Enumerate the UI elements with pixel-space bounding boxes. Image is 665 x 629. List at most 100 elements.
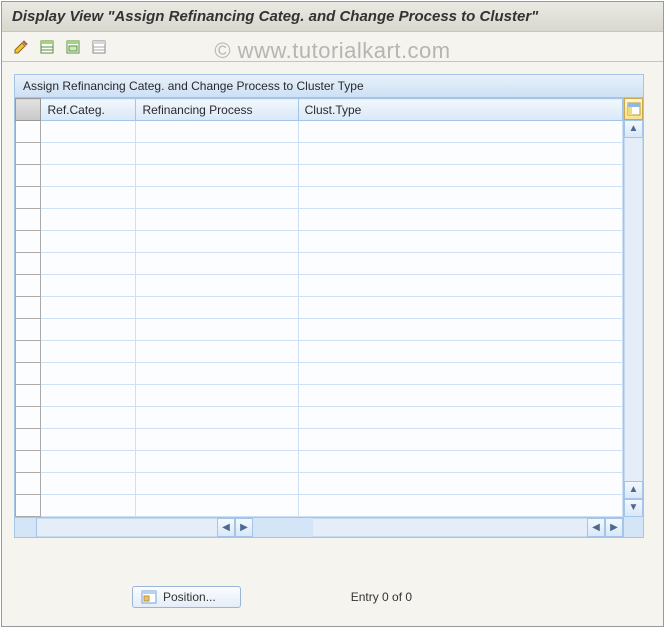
cell-clust-type[interactable] bbox=[298, 429, 622, 451]
column-header-clust-type[interactable]: Clust.Type bbox=[298, 99, 622, 121]
row-selector[interactable] bbox=[16, 341, 41, 363]
row-selector[interactable] bbox=[16, 319, 41, 341]
app-window: Display View "Assign Refinancing Categ. … bbox=[1, 1, 664, 627]
cell-ref-categ[interactable] bbox=[41, 165, 136, 187]
row-selector[interactable] bbox=[16, 253, 41, 275]
cell-refinancing-process[interactable] bbox=[136, 363, 298, 385]
row-selector[interactable] bbox=[16, 451, 41, 473]
column-header-refinancing-process[interactable]: Refinancing Process bbox=[136, 99, 298, 121]
vscroll-up-button[interactable]: ▲ bbox=[624, 120, 643, 138]
hscroll-gap bbox=[253, 518, 313, 537]
triangle-left-icon: ◀ bbox=[592, 523, 600, 533]
row-selector[interactable] bbox=[16, 187, 41, 209]
row-selector[interactable] bbox=[16, 143, 41, 165]
cell-clust-type[interactable] bbox=[298, 385, 622, 407]
hscroll-right-button-2[interactable]: ▶ bbox=[605, 518, 623, 537]
cell-refinancing-process[interactable] bbox=[136, 429, 298, 451]
cell-clust-type[interactable] bbox=[298, 121, 622, 143]
toolbar bbox=[2, 32, 663, 62]
cell-ref-categ[interactable] bbox=[41, 495, 136, 517]
triangle-left-icon: ◀ bbox=[222, 523, 230, 533]
cell-refinancing-process[interactable] bbox=[136, 341, 298, 363]
cell-clust-type[interactable] bbox=[298, 253, 622, 275]
cell-ref-categ[interactable] bbox=[41, 187, 136, 209]
position-button[interactable]: Position... bbox=[132, 586, 241, 608]
row-selector[interactable] bbox=[16, 385, 41, 407]
cell-ref-categ[interactable] bbox=[41, 407, 136, 429]
cell-ref-categ[interactable] bbox=[41, 231, 136, 253]
cell-refinancing-process[interactable] bbox=[136, 451, 298, 473]
pencil-icon bbox=[13, 39, 29, 55]
cell-ref-categ[interactable] bbox=[41, 319, 136, 341]
hscroll-track-left[interactable] bbox=[37, 518, 217, 537]
row-selector[interactable] bbox=[16, 275, 41, 297]
row-selector[interactable] bbox=[16, 231, 41, 253]
cell-refinancing-process[interactable] bbox=[136, 407, 298, 429]
cell-ref-categ[interactable] bbox=[41, 363, 136, 385]
hscroll-right-button[interactable]: ▶ bbox=[235, 518, 253, 537]
cell-ref-categ[interactable] bbox=[41, 275, 136, 297]
grid-wrap: Ref.Categ. Refinancing Process Clust.Typ… bbox=[15, 98, 643, 537]
cell-ref-categ[interactable] bbox=[41, 253, 136, 275]
table-settings-button[interactable] bbox=[624, 98, 643, 120]
cell-clust-type[interactable] bbox=[298, 341, 622, 363]
cell-clust-type[interactable] bbox=[298, 209, 622, 231]
cell-refinancing-process[interactable] bbox=[136, 209, 298, 231]
cell-refinancing-process[interactable] bbox=[136, 143, 298, 165]
cell-refinancing-process[interactable] bbox=[136, 297, 298, 319]
select-block-button[interactable] bbox=[62, 37, 84, 57]
row-selector[interactable] bbox=[16, 297, 41, 319]
cell-refinancing-process[interactable] bbox=[136, 121, 298, 143]
cell-ref-categ[interactable] bbox=[41, 209, 136, 231]
vscroll-down-button[interactable]: ▼ bbox=[624, 499, 643, 517]
cell-ref-categ[interactable] bbox=[41, 341, 136, 363]
cell-clust-type[interactable] bbox=[298, 143, 622, 165]
row-selector[interactable] bbox=[16, 209, 41, 231]
cell-clust-type[interactable] bbox=[298, 187, 622, 209]
cell-ref-categ[interactable] bbox=[41, 121, 136, 143]
cell-clust-type[interactable] bbox=[298, 473, 622, 495]
cell-ref-categ[interactable] bbox=[41, 429, 136, 451]
row-selector[interactable] bbox=[16, 121, 41, 143]
cell-refinancing-process[interactable] bbox=[136, 187, 298, 209]
row-selector[interactable] bbox=[16, 363, 41, 385]
row-selector-header[interactable] bbox=[16, 99, 41, 121]
cell-ref-categ[interactable] bbox=[41, 297, 136, 319]
cell-clust-type[interactable] bbox=[298, 297, 622, 319]
cell-refinancing-process[interactable] bbox=[136, 385, 298, 407]
cell-clust-type[interactable] bbox=[298, 165, 622, 187]
cell-clust-type[interactable] bbox=[298, 407, 622, 429]
row-selector[interactable] bbox=[16, 495, 41, 517]
row-selector[interactable] bbox=[16, 473, 41, 495]
cell-refinancing-process[interactable] bbox=[136, 253, 298, 275]
cell-ref-categ[interactable] bbox=[41, 451, 136, 473]
select-all-button[interactable] bbox=[36, 37, 58, 57]
cell-clust-type[interactable] bbox=[298, 319, 622, 341]
row-selector[interactable] bbox=[16, 407, 41, 429]
cell-clust-type[interactable] bbox=[298, 451, 622, 473]
cell-clust-type[interactable] bbox=[298, 495, 622, 517]
column-header-ref-categ[interactable]: Ref.Categ. bbox=[41, 99, 136, 121]
cell-clust-type[interactable] bbox=[298, 231, 622, 253]
cell-ref-categ[interactable] bbox=[41, 473, 136, 495]
cell-clust-type[interactable] bbox=[298, 275, 622, 297]
cell-refinancing-process[interactable] bbox=[136, 319, 298, 341]
deselect-all-button[interactable] bbox=[88, 37, 110, 57]
cell-refinancing-process[interactable] bbox=[136, 231, 298, 253]
data-table: Ref.Categ. Refinancing Process Clust.Typ… bbox=[15, 98, 623, 517]
cell-refinancing-process[interactable] bbox=[136, 275, 298, 297]
change-mode-button[interactable] bbox=[10, 37, 32, 57]
cell-refinancing-process[interactable] bbox=[136, 165, 298, 187]
hscroll-left-button-2[interactable]: ◀ bbox=[587, 518, 605, 537]
hscroll-left-button[interactable]: ◀ bbox=[217, 518, 235, 537]
cell-refinancing-process[interactable] bbox=[136, 473, 298, 495]
hscroll-track-right[interactable] bbox=[313, 518, 587, 537]
vscroll-track[interactable] bbox=[624, 138, 643, 481]
row-selector[interactable] bbox=[16, 429, 41, 451]
cell-refinancing-process[interactable] bbox=[136, 495, 298, 517]
cell-ref-categ[interactable] bbox=[41, 143, 136, 165]
row-selector[interactable] bbox=[16, 165, 41, 187]
vscroll-up-button-2[interactable]: ▲ bbox=[624, 481, 643, 499]
cell-ref-categ[interactable] bbox=[41, 385, 136, 407]
cell-clust-type[interactable] bbox=[298, 363, 622, 385]
